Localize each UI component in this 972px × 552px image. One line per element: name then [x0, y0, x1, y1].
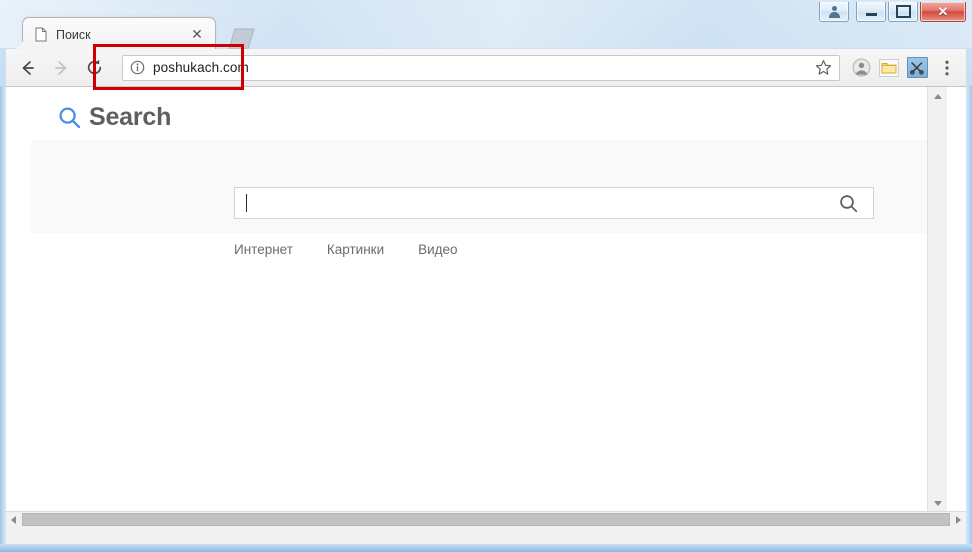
search-input-area[interactable]: [247, 188, 839, 218]
browser-tab[interactable]: Поиск ✕: [22, 17, 216, 51]
browser-menu-button[interactable]: [934, 55, 960, 81]
back-button[interactable]: [14, 54, 41, 81]
page-content: Search Интернет Картинки Видео: [6, 87, 947, 512]
minimize-icon: [866, 13, 877, 16]
maximize-icon: [896, 5, 911, 18]
magnifier-icon: [58, 106, 81, 129]
status-strip: [6, 527, 966, 544]
scroll-right-button[interactable]: [951, 512, 966, 527]
user-icon: [828, 5, 841, 18]
nav-link-images[interactable]: Картинки: [327, 242, 384, 257]
reload-button[interactable]: [81, 54, 108, 81]
close-icon: ✕: [938, 5, 949, 18]
minimize-button[interactable]: [856, 2, 886, 22]
window-border-bottom: [0, 544, 972, 552]
close-button[interactable]: ✕: [920, 2, 966, 22]
search-submit-button[interactable]: [839, 194, 858, 213]
window-border-left: [0, 86, 6, 552]
browser-toolbar: poshukach.com: [6, 49, 966, 87]
profile-avatar-icon[interactable]: [848, 55, 874, 81]
tools-extension-icon[interactable]: [904, 55, 930, 81]
search-nav-links: Интернет Картинки Видео: [234, 242, 458, 257]
scroll-up-button[interactable]: [928, 87, 947, 105]
search-input[interactable]: [234, 187, 874, 219]
horizontal-scrollbar[interactable]: [6, 511, 966, 527]
bookmark-star-icon[interactable]: [815, 59, 832, 76]
tab-title: Поиск: [56, 28, 190, 42]
site-logo[interactable]: Search: [58, 105, 171, 130]
horizontal-scroll-thumb[interactable]: [22, 513, 950, 526]
window-caption-buttons: ✕: [819, 2, 966, 22]
browser-window: ✕ Поиск ✕: [0, 0, 972, 552]
address-bar[interactable]: poshukach.com: [122, 55, 840, 81]
maximize-button[interactable]: [888, 2, 918, 22]
page-icon: [35, 27, 47, 42]
forward-button: [47, 54, 74, 81]
chevron-down-icon: [934, 501, 942, 506]
vertical-scrollbar[interactable]: [927, 87, 947, 512]
site-logo-text: Search: [89, 105, 171, 130]
window-border-right: [966, 86, 972, 552]
info-circle-icon[interactable]: [130, 60, 145, 75]
folder-extension-icon[interactable]: [876, 55, 902, 81]
nav-link-video[interactable]: Видео: [418, 242, 457, 257]
scroll-down-button[interactable]: [928, 494, 947, 512]
new-tab-button[interactable]: [222, 26, 258, 50]
chevron-up-icon: [934, 94, 942, 99]
address-bar-url[interactable]: poshukach.com: [153, 60, 815, 75]
tab-close-icon[interactable]: ✕: [190, 28, 204, 42]
chevron-left-icon: [11, 516, 16, 524]
page-viewport: Search Интернет Картинки Видео: [6, 87, 966, 527]
user-account-button[interactable]: [819, 2, 849, 22]
scroll-left-button[interactable]: [6, 512, 21, 527]
nav-link-internet[interactable]: Интернет: [234, 242, 293, 257]
chevron-right-icon: [956, 516, 961, 524]
